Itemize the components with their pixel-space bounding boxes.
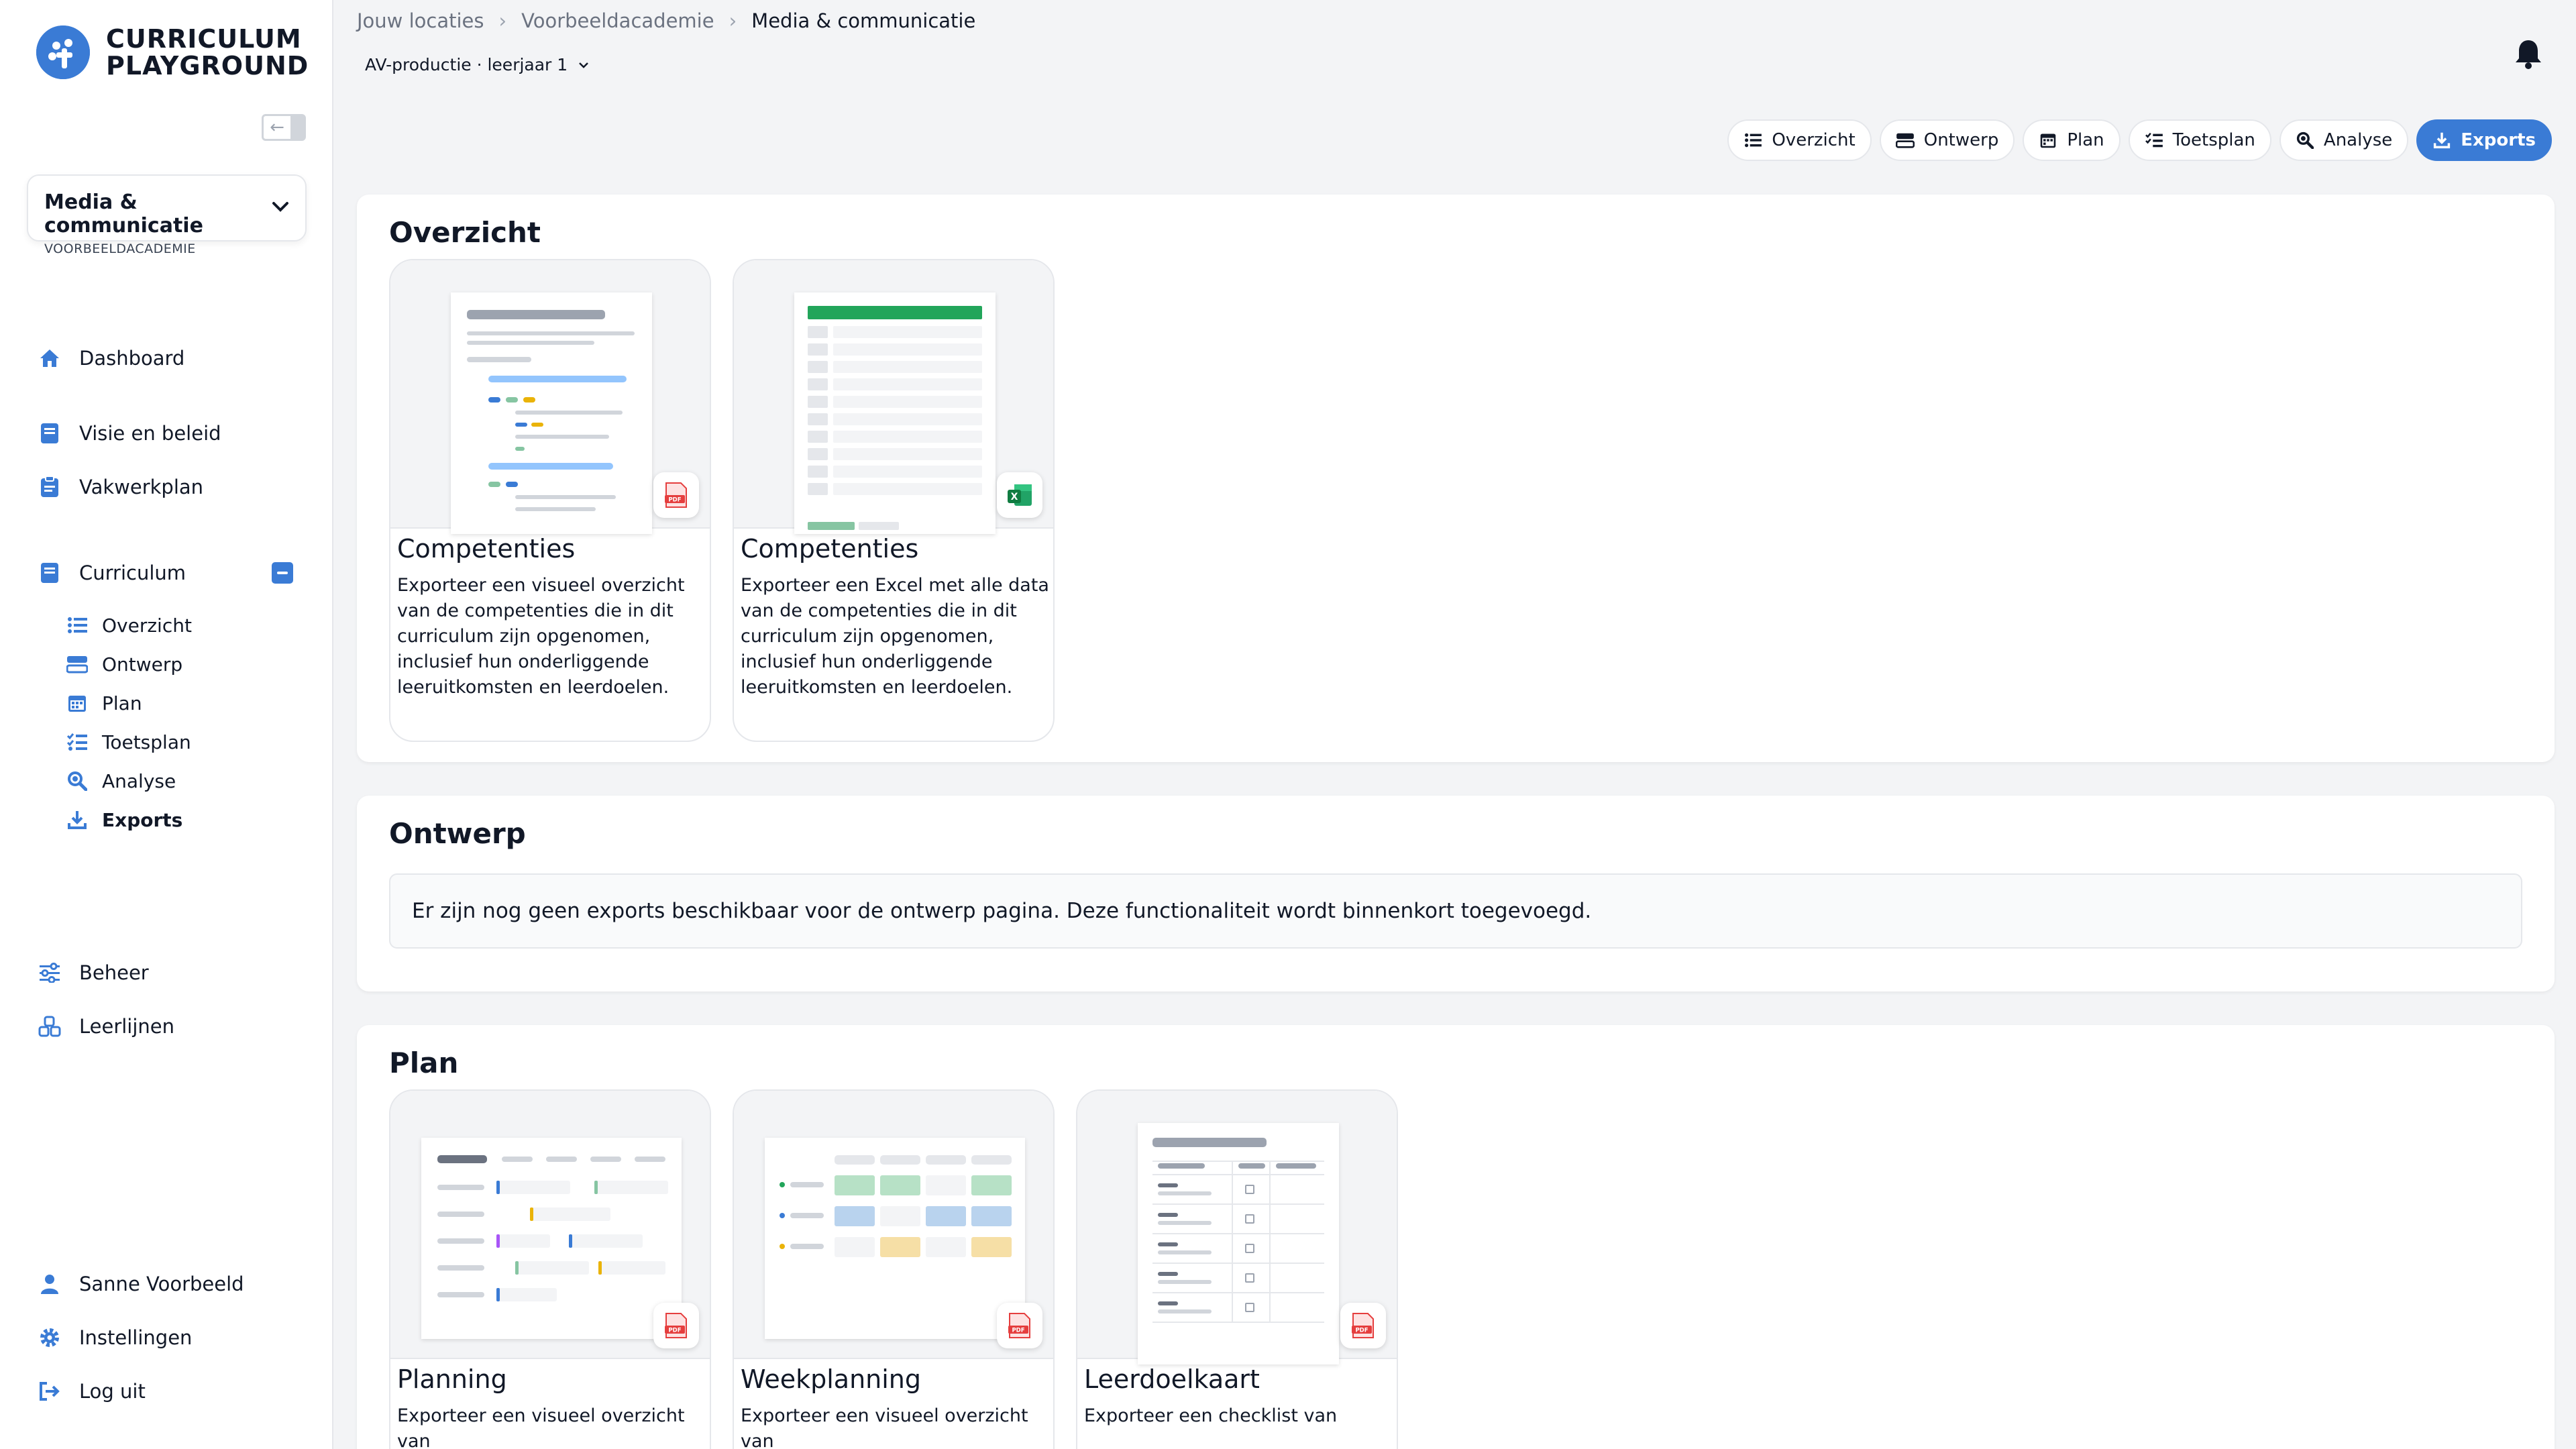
- card-description: Exporteer een visueel overzicht van: [397, 1405, 685, 1449]
- cubes-icon: [38, 1014, 62, 1038]
- location-selector[interactable]: Media & communicatie VOORBEELDACADEMIE: [27, 174, 307, 256]
- svg-text:PDF: PDF: [668, 497, 681, 504]
- tab-analyse[interactable]: Analyse: [2279, 119, 2409, 161]
- sidebar-item-profile[interactable]: Sanne Voorbeeld: [38, 1269, 244, 1299]
- download-icon: [66, 808, 89, 831]
- card-description: Exporteer een checklist van: [1084, 1405, 1338, 1426]
- chevron-right-icon: ›: [498, 9, 507, 32]
- chevron-down-icon: [270, 196, 290, 223]
- location-title: Media & communicatie: [44, 191, 203, 237]
- sidebar-item-dashboard[interactable]: Dashboard: [38, 343, 184, 373]
- card-description: Exporteer een visueel overzicht van: [741, 1405, 1028, 1449]
- section-title: Ontwerp: [389, 817, 526, 850]
- clipboard-icon: [38, 475, 62, 499]
- design-icon: [1895, 131, 1915, 150]
- location-subtitle: VOORBEELDACADEMIE: [44, 241, 196, 256]
- sidebar-subitem-overzicht[interactable]: Overzicht: [66, 612, 192, 639]
- svg-text:PDF: PDF: [1355, 1328, 1368, 1334]
- checklist-icon: [2145, 131, 2163, 150]
- sidebar-subitem-toetsplan[interactable]: Toetsplan: [66, 729, 191, 755]
- calendar-icon: [2039, 131, 2057, 150]
- logo-line-2: PLAYGROUND: [106, 51, 309, 80]
- tab-plan[interactable]: Plan: [2023, 119, 2121, 161]
- card-description: Exporteer een Excel met alle data van de…: [741, 575, 1049, 698]
- pdf-icon: PDF: [653, 1303, 699, 1348]
- chevron-down-icon: [577, 58, 590, 72]
- home-icon: [38, 346, 62, 370]
- pdf-icon: PDF: [997, 1303, 1042, 1348]
- arrow-left-icon: ←: [270, 117, 284, 138]
- sidebar-item-logout[interactable]: Log uit: [38, 1377, 146, 1406]
- breadcrumb-item-current: Media & communicatie: [751, 9, 976, 32]
- export-card-weekplanning[interactable]: PDF Weekplanning Exporteer een visueel o…: [733, 1089, 1055, 1449]
- card-title: Competenties: [741, 534, 919, 564]
- collapse-sidebar-button[interactable]: ←: [262, 114, 306, 141]
- sidebar-subitem-ontwerp[interactable]: Ontwerp: [66, 651, 182, 678]
- section-ontwerp: Ontwerp Er zijn nog geen exports beschik…: [357, 796, 2555, 991]
- chevron-right-icon: ›: [729, 9, 737, 32]
- pdf-icon: PDF: [653, 472, 699, 518]
- course-selector-label: AV-productie · leerjaar 1: [365, 55, 568, 74]
- logout-icon: [38, 1379, 62, 1403]
- sidebar-item-vakwerkplan[interactable]: Vakwerkplan: [38, 472, 203, 502]
- svg-text:PDF: PDF: [668, 1328, 681, 1334]
- sidebar-subitem-exports[interactable]: Exports: [66, 806, 182, 833]
- app-logo[interactable]: CURRICULUM PLAYGROUND: [36, 25, 309, 79]
- svg-text:X: X: [1011, 492, 1018, 502]
- sidebar-item-beheer[interactable]: Beheer: [38, 958, 149, 987]
- card-description: Exporteer een visueel overzicht van de c…: [397, 575, 685, 698]
- tab-ontwerp[interactable]: Ontwerp: [1879, 119, 2015, 161]
- sidebar-item-leerlijnen[interactable]: Leerlijnen: [38, 1012, 174, 1041]
- sidebar-item-visie[interactable]: Visie en beleid: [38, 419, 221, 448]
- card-title: Leerdoelkaart: [1084, 1364, 1260, 1394]
- magnifier-icon: [66, 769, 89, 792]
- svg-text:PDF: PDF: [1012, 1328, 1024, 1334]
- list-icon: [1743, 131, 1762, 150]
- export-card-planning[interactable]: PDF Planning Exporteer een visueel overz…: [389, 1089, 711, 1449]
- download-icon: [2432, 131, 2451, 150]
- sidebar-item-instellingen[interactable]: Instellingen: [38, 1323, 192, 1352]
- breadcrumb-item-locations[interactable]: Jouw locaties: [357, 9, 484, 32]
- calendar-icon: [66, 692, 89, 714]
- book-icon: [38, 561, 62, 585]
- section-title: Plan: [389, 1046, 459, 1079]
- sliders-icon: [38, 961, 62, 985]
- breadcrumb-item-academy[interactable]: Voorbeeldacademie: [521, 9, 714, 32]
- sidebar-subitem-plan[interactable]: Plan: [66, 690, 142, 716]
- gear-icon: [38, 1326, 62, 1350]
- sidebar-subitem-analyse[interactable]: Analyse: [66, 767, 176, 794]
- magnifier-icon: [2296, 131, 2314, 150]
- tab-toetsplan[interactable]: Toetsplan: [2128, 119, 2271, 161]
- book-icon: [38, 421, 62, 445]
- export-card-competenties-pdf[interactable]: PDF Competenties Exporteer een visueel o…: [389, 259, 711, 742]
- list-icon: [66, 614, 89, 637]
- card-title: Planning: [397, 1364, 507, 1394]
- excel-icon: X: [997, 472, 1042, 518]
- section-plan: Plan PDF Planning Exporteer een visueel …: [357, 1025, 2555, 1449]
- export-card-competenties-excel[interactable]: X Competenties Exporteer een Excel met a…: [733, 259, 1055, 742]
- logo-icon: [36, 25, 90, 79]
- page-tabs: Overzicht Ontwerp Plan Toetsplan Analyse…: [1727, 119, 2552, 161]
- sidebar-item-curriculum[interactable]: Curriculum: [38, 558, 186, 588]
- design-icon: [66, 653, 89, 676]
- bell-icon[interactable]: [2512, 38, 2545, 71]
- section-overzicht: Overzicht PDF Competenties Exporteer een…: [357, 195, 2555, 762]
- collapse-curriculum-button[interactable]: [272, 562, 293, 584]
- card-title: Weekplanning: [741, 1364, 922, 1394]
- minus-icon: [277, 572, 288, 574]
- sidebar: CURRICULUM PLAYGROUND ← Media & communic…: [0, 0, 333, 1449]
- tab-exports[interactable]: Exports: [2416, 119, 2552, 161]
- logo-line-1: CURRICULUM: [106, 24, 302, 54]
- empty-state-message: Er zijn nog geen exports beschikbaar voo…: [389, 873, 2522, 949]
- user-icon: [38, 1272, 62, 1296]
- pdf-icon: PDF: [1340, 1303, 1386, 1348]
- export-card-leerdoelkaart[interactable]: PDF Leerdoelkaart Exporteer een checklis…: [1076, 1089, 1398, 1449]
- card-title: Competenties: [397, 534, 576, 564]
- section-title: Overzicht: [389, 216, 541, 249]
- tab-overzicht[interactable]: Overzicht: [1727, 119, 1872, 161]
- breadcrumb: Jouw locaties › Voorbeeldacademie › Medi…: [357, 9, 975, 32]
- checklist-icon: [66, 731, 89, 753]
- course-selector[interactable]: AV-productie · leerjaar 1: [365, 55, 590, 74]
